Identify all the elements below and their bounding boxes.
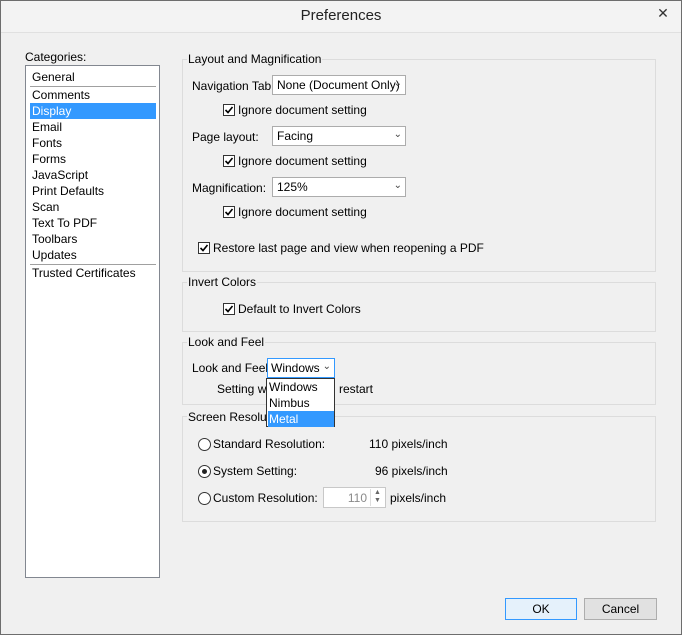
category-general[interactable]: General — [30, 69, 156, 85]
chevron-down-icon: ⌄ — [393, 78, 402, 89]
category-fonts[interactable]: Fonts — [30, 135, 156, 151]
setting-note-start: Setting wil — [217, 382, 272, 396]
system-setting-radio[interactable] — [198, 465, 211, 478]
chevron-down-icon: ⌄ — [393, 129, 402, 140]
category-javascript[interactable]: JavaScript — [30, 167, 156, 183]
restore-last-page-label: Restore last page and view when reopenin… — [213, 241, 484, 255]
ignore-magnification-checkbox[interactable] — [223, 206, 235, 218]
navigation-tab-label: Navigation Tab: — [192, 79, 275, 93]
category-text-to-pdf[interactable]: Text To PDF — [30, 215, 156, 231]
chevron-down-icon: ⌄ — [393, 180, 402, 191]
custom-resolution-unit: pixels/inch — [390, 491, 447, 505]
custom-resolution-value: 110 — [347, 491, 367, 505]
default-invert-label: Default to Invert Colors — [238, 302, 361, 316]
standard-resolution-radio[interactable] — [198, 438, 211, 451]
spinner-buttons: ▲ ▼ — [370, 489, 384, 506]
default-invert-checkbox[interactable] — [223, 303, 235, 315]
look-feel-value: Windows — [271, 361, 320, 375]
custom-resolution-radio[interactable] — [198, 492, 211, 505]
magnification-select[interactable]: 125% ⌄ — [272, 177, 406, 197]
look-feel-group-title: Look and Feel — [187, 335, 266, 349]
ignore-nav-label: Ignore document setting — [238, 103, 367, 117]
categories-label: Categories: — [25, 50, 87, 64]
restore-last-page-checkbox[interactable] — [198, 242, 210, 254]
navigation-tab-value: None (Document Only) — [277, 78, 400, 92]
ok-button[interactable]: OK — [505, 598, 577, 620]
ignore-nav-checkbox[interactable] — [223, 104, 235, 116]
window-title: Preferences — [300, 7, 382, 24]
look-feel-select[interactable]: Windows ⌄ — [267, 358, 335, 378]
preferences-window: Preferences ✕ Categories: General Commen… — [0, 0, 682, 635]
ignore-layout-label: Ignore document setting — [238, 154, 367, 168]
category-toolbars[interactable]: Toolbars — [30, 231, 156, 247]
ignore-layout-checkbox[interactable] — [223, 155, 235, 167]
category-trusted-certificates[interactable]: Trusted Certificates — [30, 265, 156, 281]
checkmark-icon — [224, 305, 234, 313]
invert-group-title: Invert Colors — [187, 275, 258, 289]
cancel-button[interactable]: Cancel — [584, 598, 657, 620]
system-setting-value: 96 pixels/inch — [375, 464, 448, 478]
spin-up-icon[interactable]: ▲ — [371, 489, 384, 497]
page-layout-select[interactable]: Facing ⌄ — [272, 126, 406, 146]
look-feel-label: Look and Feel: — [192, 361, 272, 375]
look-feel-dropdown-list: Windows Nimbus Metal — [266, 378, 335, 427]
standard-resolution-label: Standard Resolution: — [213, 437, 326, 451]
title-bar: Preferences ✕ — [1, 1, 681, 33]
checkmark-icon — [224, 208, 234, 216]
standard-resolution-value: 110 pixels/inch — [369, 437, 448, 451]
dropdown-option-nimbus[interactable]: Nimbus — [268, 395, 334, 411]
checkmark-icon — [224, 106, 234, 114]
category-updates[interactable]: Updates — [30, 247, 156, 263]
custom-resolution-spinner[interactable]: 110 ▲ ▼ — [323, 487, 386, 508]
magnification-label: Magnification: — [192, 181, 267, 195]
checkmark-icon — [199, 244, 209, 252]
spin-down-icon[interactable]: ▼ — [371, 497, 384, 505]
category-display[interactable]: Display — [30, 103, 156, 119]
close-icon[interactable]: ✕ — [651, 3, 675, 23]
dropdown-option-metal[interactable]: Metal — [268, 411, 334, 427]
ignore-magnification-label: Ignore document setting — [238, 205, 367, 219]
category-email[interactable]: Email — [30, 119, 156, 135]
setting-note-end: restart — [339, 382, 374, 396]
system-setting-label: System Setting: — [213, 464, 298, 478]
page-layout-label: Page layout: — [192, 130, 259, 144]
category-print-defaults[interactable]: Print Defaults — [30, 183, 156, 199]
chevron-down-icon: ⌄ — [322, 361, 331, 372]
page-layout-value: Facing — [277, 129, 314, 143]
custom-resolution-label: Custom Resolution: — [213, 491, 318, 505]
layout-group-title: Layout and Magnification — [187, 52, 323, 66]
dropdown-option-windows[interactable]: Windows — [268, 379, 334, 395]
category-comments[interactable]: Comments — [30, 87, 156, 103]
magnification-value: 125% — [277, 180, 308, 194]
checkmark-icon — [224, 157, 234, 165]
categories-list[interactable]: General Comments Display Email Fonts For… — [25, 65, 160, 578]
category-forms[interactable]: Forms — [30, 151, 156, 167]
category-scan[interactable]: Scan — [30, 199, 156, 215]
navigation-tab-select[interactable]: None (Document Only) ⌄ — [272, 75, 406, 95]
